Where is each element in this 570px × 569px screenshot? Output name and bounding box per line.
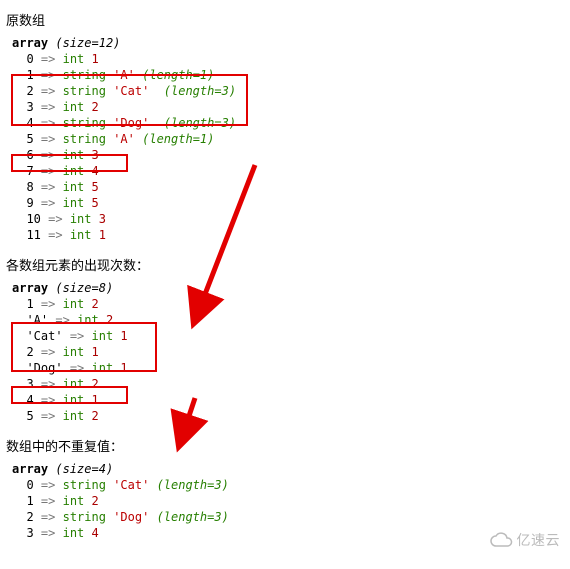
row-key: 'Dog' [26,361,62,375]
array-word: array [12,36,48,50]
row-key: 9 [26,196,33,210]
heading-original-array: 原数组 [6,10,564,29]
size-label: (size=8) [55,281,113,295]
row-key: 5 [26,132,33,146]
row-key: 2 [26,345,33,359]
size-label: (size=4) [55,462,113,476]
row-key: 8 [26,180,33,194]
watermark: 亿速云 [489,530,561,551]
row-key: 'A' [26,313,48,327]
row-key: 3 [26,100,33,114]
cloud-icon [489,532,515,551]
heading-count: 各数组元素的出现次数： [6,255,564,274]
row-key: 2 [26,510,33,524]
row-key: 10 [26,212,40,226]
row-key: 1 [26,68,33,82]
dump-unique: array (size=4) 0 => string 'Cat' (length… [12,461,564,541]
row-key: 3 [26,377,33,391]
row-key: 1 [26,297,33,311]
row-key: 4 [26,393,33,407]
row-key: 3 [26,526,33,540]
row-key: 5 [26,409,33,423]
size-label: (size=12) [55,36,120,50]
row-key: 0 [26,52,33,66]
row-key: 0 [26,478,33,492]
row-key: 6 [26,148,33,162]
row-key: 4 [26,116,33,130]
dump-counts: array (size=8) 1 => int 2 'A' => int 2 '… [12,280,564,424]
row-key: 11 [26,228,40,242]
array-word: array [12,281,48,295]
array-word: array [12,462,48,476]
heading-unique: 数组中的不重复值： [6,436,564,455]
row-key: 7 [26,164,33,178]
row-key: 2 [26,84,33,98]
dump-original: array (size=12) 0 => int 1 1 => string '… [12,35,564,243]
row-key: 1 [26,494,33,508]
row-key: 'Cat' [26,329,62,343]
